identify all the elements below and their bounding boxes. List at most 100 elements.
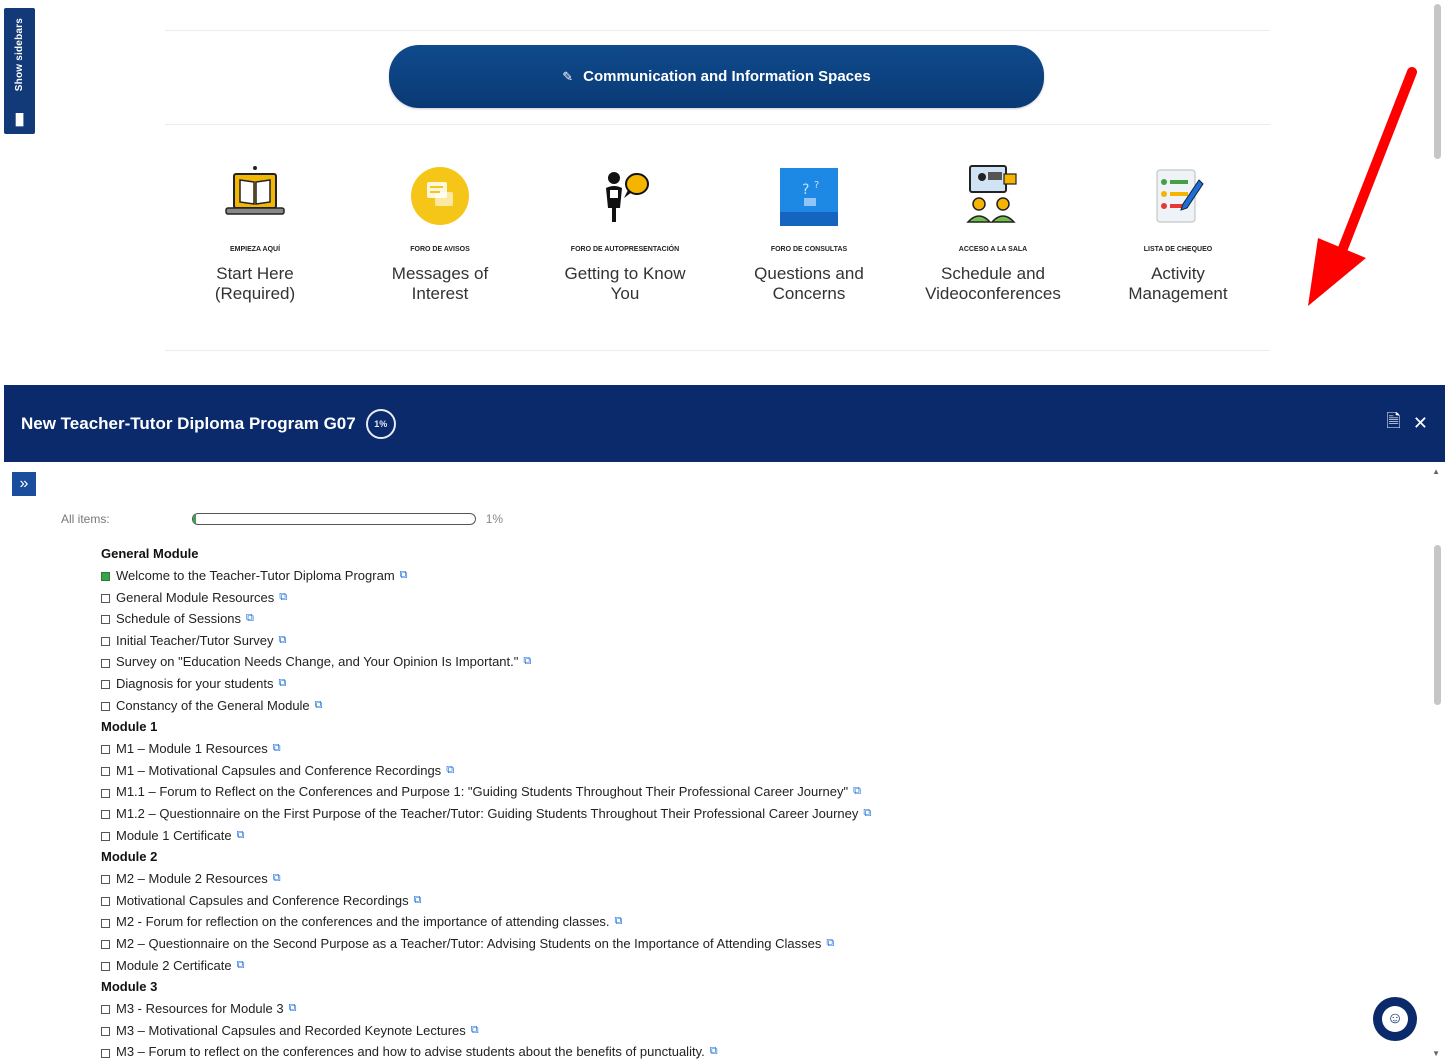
tile-messages[interactable]: FORO DE AVISOS Messages of Interest: [355, 160, 525, 304]
show-sidebars-button[interactable]: Show sidebars ▐▌: [4, 8, 35, 134]
completion-checkbox[interactable]: [101, 658, 110, 668]
divider: [165, 30, 1270, 31]
completion-checkbox[interactable]: [101, 961, 110, 971]
external-link-icon[interactable]: ⧉: [237, 955, 245, 977]
activity-link[interactable]: General Module Resources: [116, 587, 274, 609]
completion-checkbox[interactable]: [101, 918, 110, 928]
external-link-icon[interactable]: ⧉: [523, 651, 531, 673]
activity-link[interactable]: M1 – Module 1 Resources: [116, 738, 268, 760]
activity-item[interactable]: M1.2 – Questionnaire on the First Purpos…: [101, 803, 1401, 825]
external-link-icon[interactable]: ⧉: [279, 587, 287, 609]
activity-item[interactable]: M2 – Questionnaire on the Second Purpose…: [101, 933, 1401, 955]
completion-checkbox[interactable]: [101, 810, 110, 820]
tile-schedule[interactable]: ACCESO A LA SALA Schedule and Videoconfer…: [908, 160, 1078, 304]
activity-link[interactable]: M2 – Module 2 Resources: [116, 868, 268, 890]
external-link-icon[interactable]: ⧉: [400, 565, 408, 587]
activity-item[interactable]: M1.1 – Forum to Reflect on the Conferenc…: [101, 781, 1401, 803]
activity-item[interactable]: M3 – Motivational Capsules and Recorded …: [101, 1020, 1401, 1042]
activity-link[interactable]: Constancy of the General Module: [116, 695, 310, 717]
completion-checkbox[interactable]: [101, 788, 110, 798]
completion-checkbox[interactable]: [101, 875, 110, 885]
external-link-icon[interactable]: ⧉: [826, 933, 834, 955]
completion-checkbox[interactable]: [101, 767, 110, 777]
all-items-progress: All items: 1%: [61, 512, 503, 526]
completion-checkbox[interactable]: [101, 831, 110, 841]
activity-link[interactable]: Schedule of Sessions: [116, 608, 241, 630]
completion-checkbox[interactable]: [101, 593, 110, 603]
completion-checkbox[interactable]: [101, 1005, 110, 1015]
activity-item[interactable]: Motivational Capsules and Conference Rec…: [101, 890, 1401, 912]
external-link-icon[interactable]: ⧉: [853, 781, 861, 803]
external-link-icon[interactable]: ⧉: [471, 1020, 479, 1042]
scroll-up-icon[interactable]: ▲: [1432, 467, 1440, 476]
activity-link[interactable]: M1 – Motivational Capsules and Conferenc…: [116, 760, 441, 782]
activity-item[interactable]: Welcome to the Teacher-Tutor Diploma Pro…: [101, 565, 1401, 587]
completion-checkbox[interactable]: [101, 745, 110, 755]
completion-checkbox[interactable]: [101, 1048, 110, 1058]
activity-link[interactable]: M3 – Forum to reflect on the conferences…: [116, 1041, 705, 1063]
activity-link[interactable]: M1.1 – Forum to Reflect on the Conferenc…: [116, 781, 848, 803]
close-icon[interactable]: ✕: [1413, 413, 1428, 434]
completion-checkbox[interactable]: [101, 680, 110, 690]
activity-link[interactable]: Initial Teacher/Tutor Survey: [116, 630, 274, 652]
activity-item[interactable]: M3 – Forum to reflect on the conferences…: [101, 1041, 1401, 1063]
activity-item[interactable]: General Module Resources ⧉: [101, 587, 1401, 609]
tile-getting-to-know[interactable]: FORO DE AUTOPRESENTACIÓN Getting to Know…: [540, 160, 710, 304]
activity-link[interactable]: M1.2 – Questionnaire on the First Purpos…: [116, 803, 858, 825]
activity-link[interactable]: Module 2 Certificate: [116, 955, 232, 977]
completion-checkbox[interactable]: [101, 1026, 110, 1036]
activity-link[interactable]: Motivational Capsules and Conference Rec…: [116, 890, 409, 912]
tile-start-here[interactable]: EMPIEZA AQUÍ Start Here (Required): [170, 160, 340, 304]
external-link-icon[interactable]: ⧉: [863, 803, 871, 825]
page-scrollbar[interactable]: [1434, 4, 1441, 159]
activity-link[interactable]: Welcome to the Teacher-Tutor Diploma Pro…: [116, 565, 395, 587]
tile-caption: EMPIEZA AQUÍ: [229, 246, 281, 253]
completion-checkbox[interactable]: [101, 637, 110, 647]
scroll-down-icon[interactable]: ▼: [1432, 1049, 1440, 1058]
external-link-icon[interactable]: ⧉: [289, 998, 297, 1020]
activity-link[interactable]: Module 1 Certificate: [116, 825, 232, 847]
expand-button[interactable]: »: [12, 472, 36, 496]
activity-item[interactable]: Diagnosis for your students ⧉: [101, 673, 1401, 695]
activity-item[interactable]: M1 – Motivational Capsules and Conferenc…: [101, 760, 1401, 782]
completion-checkbox[interactable]: [101, 897, 110, 907]
activity-item[interactable]: Module 1 Certificate ⧉: [101, 825, 1401, 847]
activity-item[interactable]: Schedule of Sessions ⧉: [101, 608, 1401, 630]
activity-item[interactable]: Initial Teacher/Tutor Survey ⧉: [101, 630, 1401, 652]
save-icon[interactable]: 🗎: [1386, 409, 1400, 439]
svg-text:?: ?: [814, 180, 819, 191]
completion-checkbox[interactable]: [101, 940, 110, 950]
completion-checkbox[interactable]: [101, 615, 110, 625]
activity-link[interactable]: M2 - Forum for reflection on the confere…: [116, 911, 610, 933]
external-link-icon[interactable]: ⧉: [279, 673, 287, 695]
activity-link[interactable]: M3 – Motivational Capsules and Recorded …: [116, 1020, 466, 1042]
activity-item[interactable]: M1 – Module 1 Resources ⧉: [101, 738, 1401, 760]
tile-questions[interactable]: ? ? FORO DE CONSULTAS Questions and Conce…: [724, 160, 894, 304]
completion-checkbox[interactable]: [101, 572, 110, 582]
accessibility-button[interactable]: ☺: [1373, 997, 1417, 1041]
activity-item[interactable]: Module 2 Certificate ⧉: [101, 955, 1401, 977]
external-link-icon[interactable]: ⧉: [273, 868, 281, 890]
external-link-icon[interactable]: ⧉: [710, 1041, 718, 1063]
external-link-icon[interactable]: ⧉: [246, 608, 254, 630]
activity-link[interactable]: M3 - Resources for Module 3: [116, 998, 284, 1020]
divider: [165, 124, 1270, 125]
activity-link[interactable]: Survey on "Education Needs Change, and Y…: [116, 651, 518, 673]
activity-item[interactable]: Constancy of the General Module ⧉: [101, 695, 1401, 717]
external-link-icon[interactable]: ⧉: [414, 890, 422, 912]
activity-item[interactable]: M2 – Module 2 Resources ⧉: [101, 868, 1401, 890]
external-link-icon[interactable]: ⧉: [279, 630, 287, 652]
external-link-icon[interactable]: ⧉: [315, 695, 323, 717]
activity-link[interactable]: Diagnosis for your students: [116, 673, 274, 695]
activity-item[interactable]: Survey on "Education Needs Change, and Y…: [101, 651, 1401, 673]
tile-activity[interactable]: LISTA DE CHEQUEO Activity Management: [1093, 160, 1263, 304]
activity-item[interactable]: M2 - Forum for reflection on the confere…: [101, 911, 1401, 933]
panel-scrollbar[interactable]: [1434, 545, 1441, 705]
completion-checkbox[interactable]: [101, 701, 110, 711]
external-link-icon[interactable]: ⧉: [446, 760, 454, 782]
external-link-icon[interactable]: ⧉: [615, 911, 623, 933]
activity-item[interactable]: M3 - Resources for Module 3 ⧉: [101, 998, 1401, 1020]
external-link-icon[interactable]: ⧉: [273, 738, 281, 760]
external-link-icon[interactable]: ⧉: [237, 825, 245, 847]
activity-link[interactable]: M2 – Questionnaire on the Second Purpose…: [116, 933, 821, 955]
